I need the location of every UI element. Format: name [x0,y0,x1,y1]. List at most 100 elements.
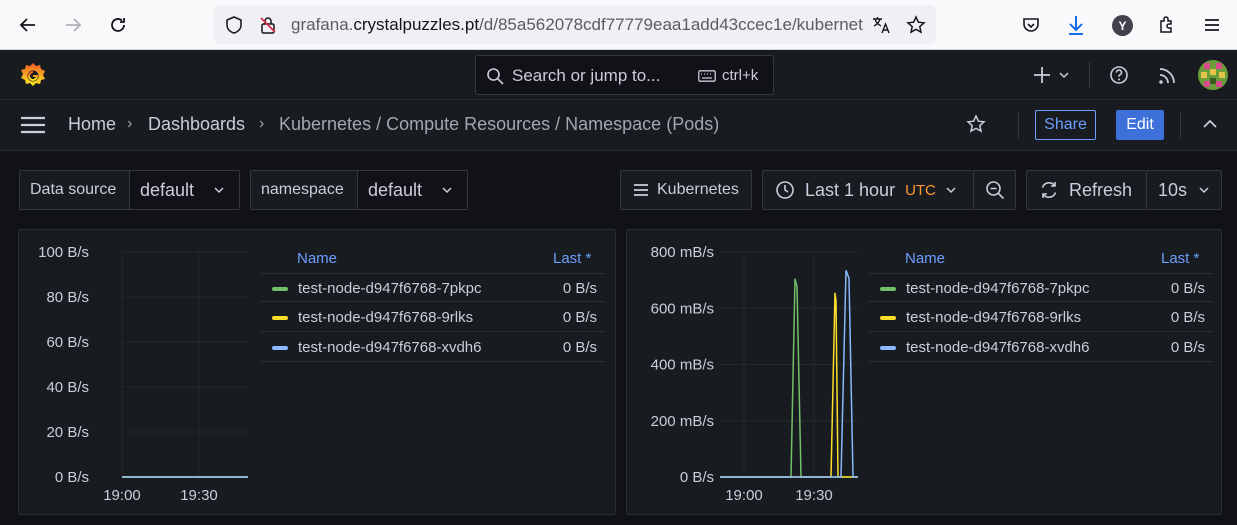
url-domain: crystalpuzzles.pt [353,15,480,34]
series-color-swatch [880,346,896,350]
legend-last-header[interactable]: Last * [1161,250,1199,267]
y-tick-label: 80 B/s [46,289,89,306]
y-tick-label: 100 B/s [38,244,89,261]
series-color-swatch [272,287,288,291]
share-button[interactable]: Share [1035,110,1096,140]
grafana-logo-icon[interactable] [18,61,48,91]
legend-series-last: 0 B/s [562,339,597,356]
y-tick-label: 200 mB/s [651,413,714,430]
namespace-variable: namespace default [250,170,468,210]
line-chart-right[interactable]: 800 mB/s 600 mB/s 400 mB/s 200 mB/s 0 B/s 19:… [627,230,867,514]
graph-panel-left: 100 B/s 80 B/s 60 B/s 40 B/s 20 B/s 0 B/s 19:0… [18,229,616,515]
kubernetes-link-label: Kubernetes [657,181,739,198]
x-tick-label: 19:30 [180,487,218,504]
refresh-interval-picker[interactable]: 10s [1146,170,1222,210]
extensions-icon[interactable] [1157,14,1177,34]
chevron-down-icon[interactable] [1059,71,1069,79]
user-avatar[interactable] [1198,60,1228,90]
chevron-up-icon[interactable] [1203,119,1217,129]
search-placeholder: Search or jump to... [512,66,661,85]
legend-last-header[interactable]: Last * [553,250,591,267]
url-path: /d/85a562078cdf77779eaa1add43ccec1e/kube… [479,15,863,34]
back-icon[interactable] [12,9,44,41]
series-color-swatch [880,316,896,320]
profile-avatar[interactable]: Y [1112,15,1133,36]
legend-item[interactable]: test-node-d947f6768-xvdh6 0 B/s [868,333,1213,362]
time-range-label: Last 1 hour [805,179,896,200]
legend-series-name: test-node-d947f6768-9rlks [298,309,474,326]
legend-series-last: 0 B/s [562,309,597,326]
namespace-value: default [368,179,423,200]
breadcrumb-dashboards[interactable]: Dashboards [148,114,245,135]
profile-initial: Y [1118,18,1127,33]
datasource-variable: Data source default [19,170,240,210]
y-tick-label: 600 mB/s [651,300,714,317]
legend-series-last: 0 B/s [1170,309,1205,326]
search-input[interactable]: Search or jump to... ctrl+k [475,55,774,95]
y-tick-label: 40 B/s [46,379,89,396]
breadcrumb-home[interactable]: Home [68,114,116,135]
kubernetes-dashboards-link[interactable]: Kubernetes [620,170,752,210]
legend-series-last: 0 B/s [562,280,597,297]
forward-icon[interactable] [57,9,89,41]
toolbar-divider [1180,112,1181,138]
line-chart-left[interactable]: 100 B/s 80 B/s 60 B/s 40 B/s 20 B/s 0 B/s 19:0… [19,230,259,514]
edit-label: Edit [1126,116,1154,133]
refresh-icon [1041,182,1057,198]
reload-icon[interactable] [102,9,134,41]
downloads-icon[interactable] [1066,14,1086,36]
legend-item[interactable]: test-node-d947f6768-xvdh6 0 B/s [260,333,605,362]
series-color-swatch [880,287,896,291]
bookmark-star-icon[interactable] [906,15,926,35]
clock-icon [776,181,794,199]
grafana-topbar: Search or jump to... ctrl+k [0,50,1237,100]
legend-name-header[interactable]: Name [297,250,337,267]
y-tick-label: 0 B/s [55,469,89,486]
topbar-divider [1089,62,1090,88]
pocket-icon[interactable] [1021,15,1041,35]
breadcrumb-separator: › [259,115,265,132]
news-feed-icon[interactable] [1157,66,1177,86]
url-bar[interactable]: grafana.crystalpuzzles.pt/d/85a562078cdf… [214,5,936,44]
menu-toggle-icon[interactable] [20,116,46,134]
series-line [720,292,858,478]
x-tick-label: 19:00 [103,487,141,504]
namespace-select[interactable]: default [358,171,467,209]
timezone-badge: UTC [905,181,936,199]
help-icon[interactable] [1109,65,1129,85]
refresh-button[interactable]: Refresh [1026,170,1146,210]
breadcrumb-current: Kubernetes / Compute Resources / Namespa… [279,114,720,134]
keyboard-icon [698,70,716,82]
datasource-select[interactable]: default [130,171,239,209]
legend-item[interactable]: test-node-d947f6768-7pkpc 0 B/s [868,273,1213,302]
namespace-label: namespace [251,171,358,209]
legend-item[interactable]: test-node-d947f6768-9rlks 0 B/s [260,303,605,332]
url-prefix: grafana. [291,15,354,34]
favorite-star-icon[interactable] [966,114,986,134]
zoom-out-icon [985,181,1004,200]
time-range-picker[interactable]: Last 1 hour UTC [762,170,973,210]
zoom-out-button[interactable] [973,170,1016,210]
legend-item[interactable]: test-node-d947f6768-7pkpc 0 B/s [260,273,605,302]
insecure-lock-icon[interactable] [258,15,278,35]
legend-item[interactable]: test-node-d947f6768-9rlks 0 B/s [868,303,1213,332]
browser-toolbar: grafana.crystalpuzzles.pt/d/85a562078cdf… [0,0,1237,50]
add-icon[interactable] [1033,66,1051,84]
translate-icon[interactable] [871,15,891,35]
edit-button[interactable]: Edit [1116,110,1164,140]
shield-icon[interactable] [224,15,244,35]
chevron-down-icon [1199,187,1209,194]
legend-series-last: 0 B/s [1170,339,1205,356]
legend-series-last: 0 B/s [1170,280,1205,297]
search-icon [487,68,504,85]
chevron-down-icon [946,187,956,194]
legend-name-header[interactable]: Name [905,250,945,267]
hamburger-menu-icon[interactable] [1202,15,1222,35]
legend-series-name: test-node-d947f6768-xvdh6 [906,339,1090,356]
url-text: grafana.crystalpuzzles.pt/d/85a562078cdf… [291,15,863,35]
y-tick-label: 800 mB/s [651,244,714,261]
graph-panel-right: 800 mB/s 600 mB/s 400 mB/s 200 mB/s 0 B/s 19:… [626,229,1222,515]
chevron-down-icon [442,187,452,194]
series-color-swatch [272,316,288,320]
series-color-swatch [272,346,288,350]
